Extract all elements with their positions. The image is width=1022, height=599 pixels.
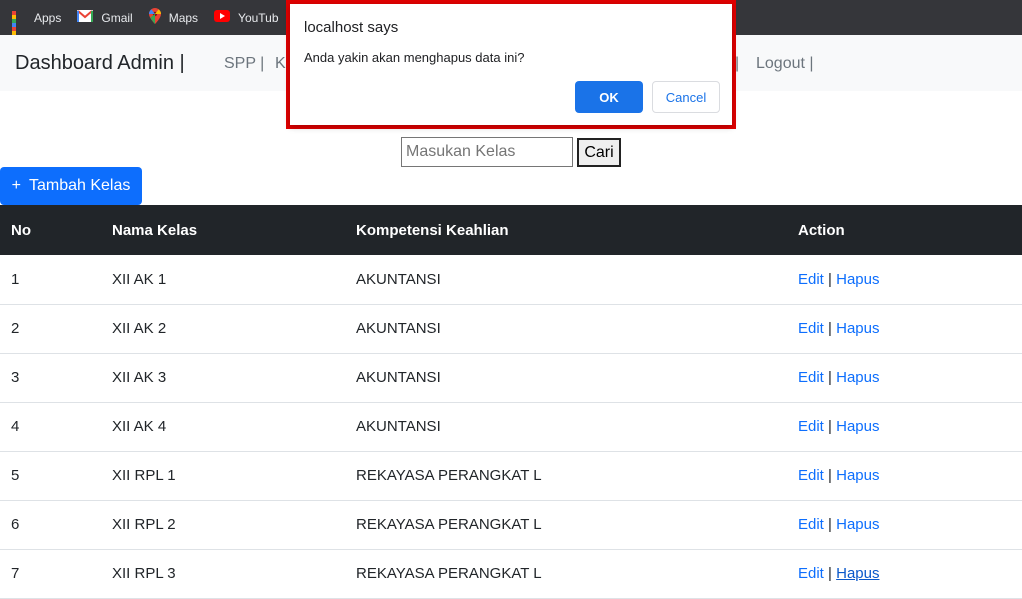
- edit-link[interactable]: Edit: [798, 418, 824, 435]
- action-separator: |: [828, 467, 832, 484]
- navbar-brand[interactable]: Dashboard Admin |: [15, 52, 185, 75]
- header-nama-kelas: Nama Kelas: [112, 221, 198, 239]
- bookmark-label: Maps: [168, 10, 199, 25]
- table-row: 2 XII AK 2 AKUNTANSI Edit | Hapus: [0, 304, 1022, 353]
- add-class-button[interactable]: + Tambah Kelas: [0, 167, 142, 205]
- table-row: 6 XII RPL 2 REKAYASA PERANGKAT L Edit | …: [0, 500, 1022, 549]
- dialog-message: Anda yakin akan menghapus data ini?: [304, 50, 525, 65]
- cell-kompetensi: AKUNTANSI: [356, 418, 441, 435]
- cell-no: 5: [11, 467, 20, 484]
- gmail-icon: [77, 10, 94, 25]
- table-header-row: No Nama Kelas Kompetensi Keahlian Action: [0, 205, 1022, 255]
- bookmark-label: Gmail: [101, 10, 133, 25]
- action-separator: |: [828, 369, 832, 386]
- hapus-link[interactable]: Hapus: [836, 467, 879, 484]
- cell-kompetensi: REKAYASA PERANGKAT L: [356, 516, 542, 533]
- cell-no: 3: [11, 369, 20, 386]
- edit-link[interactable]: Edit: [798, 516, 824, 533]
- cell-nama-kelas: XII RPL 2: [112, 516, 176, 533]
- cell-action: Edit | Hapus: [798, 402, 1022, 451]
- hapus-link[interactable]: Hapus: [836, 565, 879, 582]
- cell-nama-kelas: XII RPL 1: [112, 467, 176, 484]
- table-row: 1 XII AK 1 AKUNTANSI Edit | Hapus: [0, 255, 1022, 304]
- hapus-link[interactable]: Hapus: [836, 320, 879, 337]
- cell-no: 1: [11, 270, 20, 288]
- cell-nama-kelas: XII AK 4: [112, 418, 167, 435]
- bookmark-apps[interactable]: Apps: [12, 0, 62, 47]
- cell-kompetensi: REKAYASA PERANGKAT L: [356, 467, 542, 484]
- dialog-ok-button[interactable]: OK: [575, 81, 643, 113]
- maps-pin-icon: [148, 8, 161, 27]
- dialog-title: localhost says: [304, 19, 399, 36]
- cell-action: Edit | Hapus: [798, 304, 1022, 353]
- bookmark-label: YouTub: [238, 10, 279, 25]
- table-row: 4 XII AK 4 AKUNTANSI Edit | Hapus: [0, 402, 1022, 451]
- cell-kompetensi: REKAYASA PERANGKAT L: [356, 565, 542, 582]
- cell-kompetensi: AKUNTANSI: [356, 320, 441, 337]
- cell-kompetensi: AKUNTANSI: [356, 369, 441, 386]
- youtube-icon: [214, 10, 231, 25]
- hapus-link[interactable]: Hapus: [836, 418, 879, 435]
- cell-action: Edit | Hapus: [798, 500, 1022, 549]
- edit-link[interactable]: Edit: [798, 320, 824, 337]
- cell-action: Edit | Hapus: [798, 451, 1022, 500]
- plus-icon: +: [11, 177, 21, 194]
- cell-no: 7: [11, 565, 20, 582]
- cell-no: 4: [11, 418, 20, 435]
- hapus-link[interactable]: Hapus: [836, 369, 879, 386]
- table-row: 3 XII AK 3 AKUNTANSI Edit | Hapus: [0, 353, 1022, 402]
- header-no: No: [11, 221, 31, 239]
- add-class-label: Tambah Kelas: [28, 177, 131, 194]
- bookmark-maps[interactable]: Maps: [148, 0, 199, 35]
- header-kompetensi: Kompetensi Keahlian: [356, 221, 509, 239]
- hapus-link[interactable]: Hapus: [836, 271, 879, 288]
- confirm-dialog-highlight: localhost says Anda yakin akan menghapus…: [286, 0, 736, 129]
- action-separator: |: [828, 565, 832, 582]
- class-table: No Nama Kelas Kompetensi Keahlian Action…: [0, 205, 1022, 599]
- cell-nama-kelas: XII AK 3: [112, 369, 167, 386]
- bookmark-youtube[interactable]: YouTub: [214, 0, 279, 35]
- nav-link-logout[interactable]: Logout |: [756, 55, 814, 73]
- bookmark-gmail[interactable]: Gmail: [77, 0, 133, 35]
- header-action: Action: [798, 221, 845, 239]
- action-separator: |: [828, 418, 832, 435]
- cell-kompetensi: AKUNTANSI: [356, 270, 441, 288]
- nav-link-spp[interactable]: SPP |: [224, 55, 264, 73]
- table-row: 7 XII RPL 3 REKAYASA PERANGKAT L Edit | …: [0, 549, 1022, 598]
- search-button[interactable]: Cari: [577, 138, 621, 167]
- edit-link[interactable]: Edit: [798, 467, 824, 484]
- cell-action: Edit | Hapus: [798, 255, 1022, 304]
- cell-nama-kelas: XII AK 1: [112, 270, 167, 288]
- dialog-cancel-button[interactable]: Cancel: [652, 81, 720, 113]
- apps-grid-icon: [12, 10, 26, 47]
- cell-action: Edit | Hapus: [798, 353, 1022, 402]
- edit-link[interactable]: Edit: [798, 565, 824, 582]
- nav-link-k[interactable]: K: [275, 55, 286, 73]
- action-separator: |: [828, 270, 832, 288]
- search-input[interactable]: [401, 137, 573, 167]
- confirm-dialog: localhost says Anda yakin akan menghapus…: [290, 4, 732, 125]
- cell-nama-kelas: XII RPL 3: [112, 565, 176, 582]
- cell-no: 6: [11, 516, 20, 533]
- cell-no: 2: [11, 320, 20, 337]
- edit-link[interactable]: Edit: [798, 271, 824, 288]
- hapus-link[interactable]: Hapus: [836, 516, 879, 533]
- action-separator: |: [828, 320, 832, 337]
- action-separator: |: [828, 516, 832, 533]
- cell-nama-kelas: XII AK 2: [112, 320, 167, 337]
- cell-action: Edit | Hapus: [798, 549, 1022, 598]
- table-row: 5 XII RPL 1 REKAYASA PERANGKAT L Edit | …: [0, 451, 1022, 500]
- edit-link[interactable]: Edit: [798, 369, 824, 386]
- bookmark-label: Apps: [34, 10, 62, 25]
